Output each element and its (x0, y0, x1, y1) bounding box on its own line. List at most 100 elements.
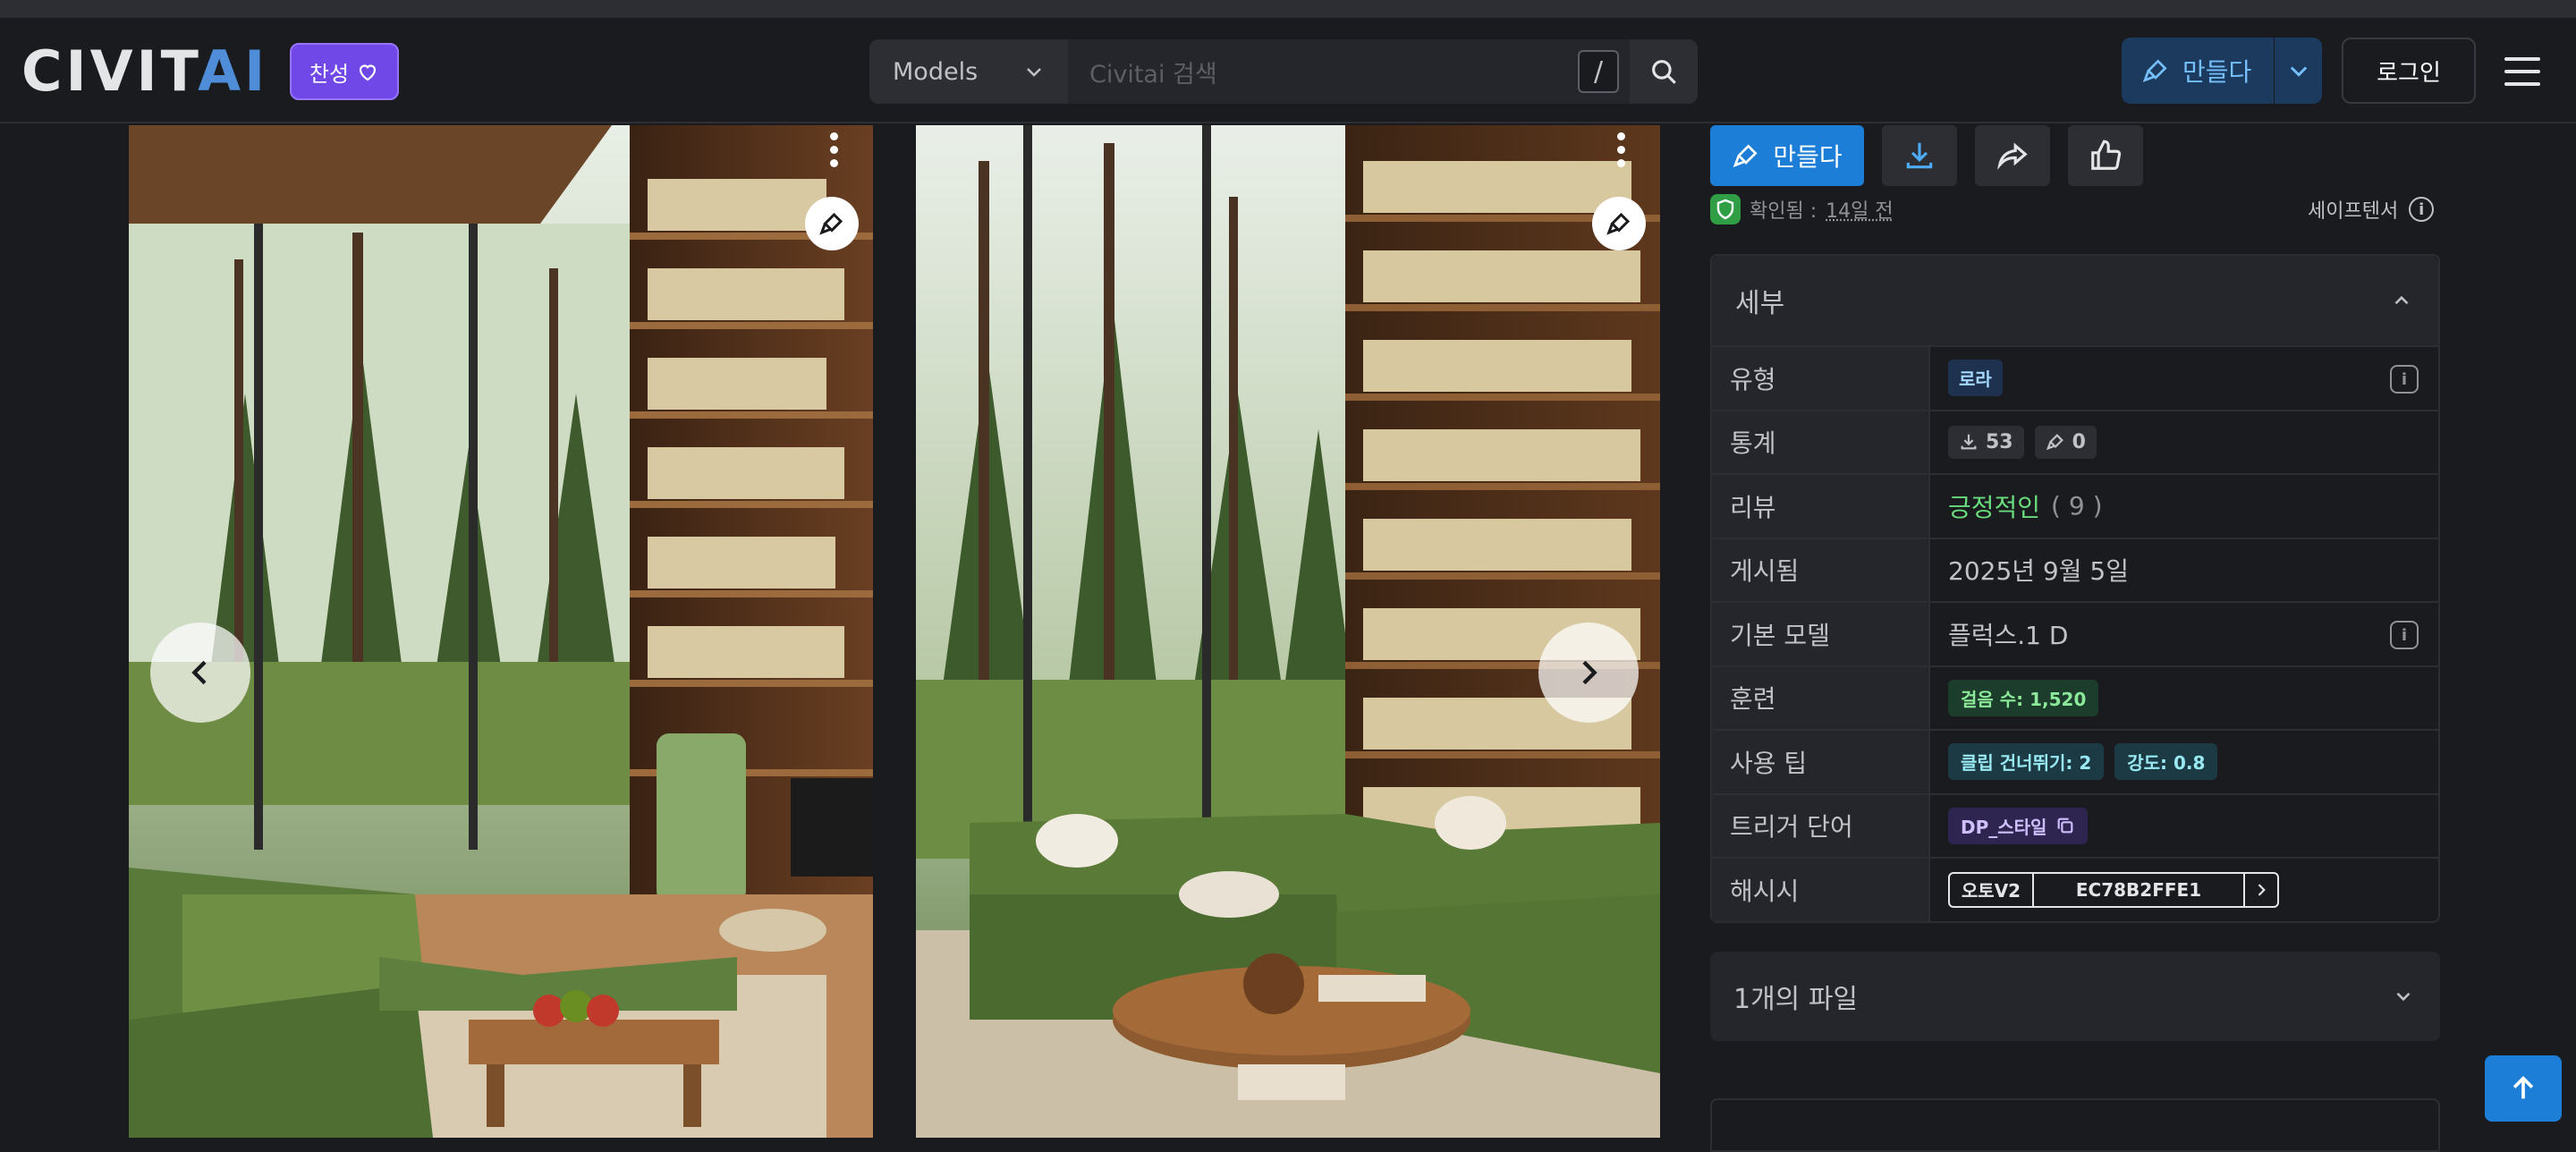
info-icon[interactable]: i (2390, 621, 2419, 649)
create-label: 만들다 (1773, 142, 1843, 172)
downloads-badge: 53 (1948, 425, 2024, 459)
header-create-button[interactable]: 만들다 (2122, 38, 2322, 104)
trigger-word-text: DP_스타일 (1961, 816, 2047, 838)
civitai-logo[interactable]: CIVITAI (21, 38, 269, 104)
details-panel: 세부 유형 로라 i 통계 53 0 리뷰 긍정적인 ( 9 ) 게시됨 202… (1710, 254, 2440, 923)
living-room-forest-image (129, 125, 873, 1138)
thumbs-up-icon (2091, 140, 2122, 170)
support-button[interactable]: 찬성 (290, 43, 399, 100)
details-header[interactable]: 세부 (1712, 256, 2438, 345)
image-options-icon[interactable] (825, 132, 843, 172)
hash-next-button[interactable] (2245, 874, 2277, 906)
chevron-right-icon (2258, 884, 2266, 896)
details-title: 세부 (1735, 288, 1785, 319)
download-button[interactable] (1882, 125, 1957, 186)
search-bar: Models Civitai 검색 / (869, 39, 1698, 104)
details-row-usage-tips: 사용 팁 클립 건너뛰기: 2 강도: 0.8 (1712, 729, 2438, 793)
reviews-link[interactable]: 긍정적인 ( 9 ) (1930, 475, 2438, 538)
arrow-up-icon (2512, 1076, 2534, 1099)
browser-top-strip (0, 0, 2576, 18)
hash-value[interactable]: EC78B2FFE1 (2034, 873, 2245, 906)
create-button[interactable]: 만들다 (1710, 125, 1864, 186)
generations-count: 0 (2072, 430, 2086, 453)
row-key: 훈련 (1712, 666, 1930, 729)
support-label: 찬성 (309, 61, 350, 87)
model-actions: 만들다 (1710, 125, 2143, 186)
heart-icon (359, 64, 377, 81)
search-category-select[interactable]: Models (869, 39, 1068, 104)
verified-shield-icon (1710, 194, 1741, 224)
type-badge: 로라 (1948, 360, 2003, 397)
strength-badge: 강도: 0.8 (2114, 743, 2218, 781)
row-key: 사용 팁 (1712, 731, 1930, 793)
row-key: 통계 (1712, 411, 1930, 473)
chevron-left-icon (191, 660, 207, 685)
living-room-bookshelf-image (916, 125, 1660, 1138)
generations-badge: 0 (2034, 425, 2097, 459)
chevron-right-icon (1582, 660, 1597, 685)
logo-text: CIVITAI (21, 38, 269, 104)
files-title: 1개의 파일 (1733, 984, 1859, 1015)
brush-icon (1733, 144, 1758, 167)
file-format-label: 세이프텐서 (2308, 200, 2399, 223)
clip-skip-badge: 클립 건너뛰기: 2 (1948, 743, 2105, 781)
base-model-value: 플럭스.1 D (1948, 620, 2069, 650)
download-icon (1906, 142, 1933, 169)
details-row-stats: 통계 53 0 (1712, 409, 2438, 473)
details-row-published: 게시됨 2025년 9월 5일 (1712, 537, 2438, 601)
search-shortcut-hint: / (1578, 50, 1619, 93)
gallery-image-1[interactable] (129, 125, 873, 1138)
details-row-trigger-words: 트리거 단어 DP_스타일 (1712, 792, 2438, 857)
row-key: 게시됨 (1712, 538, 1930, 601)
info-icon[interactable]: i (2409, 197, 2435, 222)
carousel-next-button[interactable] (1538, 623, 1639, 723)
remix-button[interactable] (805, 197, 859, 250)
review-sentiment: 긍정적인 (1948, 492, 2041, 522)
verification-status: 확인됨 : 14일 전 (1710, 193, 1894, 225)
trigger-word-badge[interactable]: DP_스타일 (1948, 807, 2089, 844)
files-panel[interactable]: 1개의 파일 (1710, 952, 2440, 1041)
hash-type[interactable]: 오토V2 (1950, 873, 2034, 906)
search-category-label: Models (893, 57, 979, 86)
downloads-count: 53 (1986, 430, 2013, 453)
next-panel (1710, 1098, 2440, 1152)
brush-icon (2046, 434, 2063, 451)
chevron-up-icon (2394, 295, 2409, 305)
share-button[interactable] (1975, 125, 2050, 186)
chevron-down-icon (2396, 992, 2411, 1002)
row-key: 기본 모델 (1712, 603, 1930, 665)
scroll-to-top-button[interactable] (2485, 1055, 2562, 1122)
published-date: 2025년 9월 5일 (1948, 556, 2129, 587)
image-options-icon[interactable] (1612, 132, 1630, 172)
login-button[interactable]: 로그인 (2342, 38, 2476, 104)
brush-icon (819, 212, 843, 235)
info-icon[interactable]: i (2390, 365, 2419, 394)
file-format: 세이프텐서 i (2308, 193, 2435, 225)
details-row-hashes: 해시시 오토V2 EC78B2FFE1 (1712, 857, 2438, 921)
search-icon (1652, 60, 1676, 84)
brush-icon (1606, 212, 1631, 235)
header-create-label: 만들다 (2182, 57, 2252, 87)
header-create-menu-toggle[interactable] (2274, 38, 2322, 104)
search-button[interactable] (1630, 39, 1698, 104)
details-row-reviews: 리뷰 긍정적인 ( 9 ) (1712, 473, 2438, 538)
header-create-main[interactable]: 만들다 (2122, 38, 2274, 104)
verified-label: 확인됨 : (1750, 200, 1818, 223)
verified-time: 14일 전 (1826, 200, 1894, 223)
menu-icon[interactable] (2501, 50, 2544, 93)
hash-widget: 오토V2 EC78B2FFE1 (1948, 871, 2279, 908)
gallery-image-2[interactable] (916, 125, 1660, 1138)
review-count: ( 9 ) (2051, 491, 2103, 521)
row-key: 해시시 (1712, 859, 1930, 921)
site-header: CIVITAI 찬성 Models Civitai 검색 / 만들다 로그인 (0, 18, 2576, 123)
remix-button[interactable] (1592, 197, 1646, 250)
search-input[interactable]: Civitai 검색 / (1068, 39, 1630, 104)
download-icon (1961, 435, 1977, 450)
like-button[interactable] (2068, 125, 2143, 186)
share-icon (1997, 142, 2028, 170)
details-row-type: 유형 로라 i (1712, 345, 2438, 410)
carousel-prev-button[interactable] (150, 623, 250, 723)
row-key: 트리거 단어 (1712, 794, 1930, 857)
chevron-down-icon (2290, 66, 2307, 77)
brush-icon (2142, 59, 2167, 82)
